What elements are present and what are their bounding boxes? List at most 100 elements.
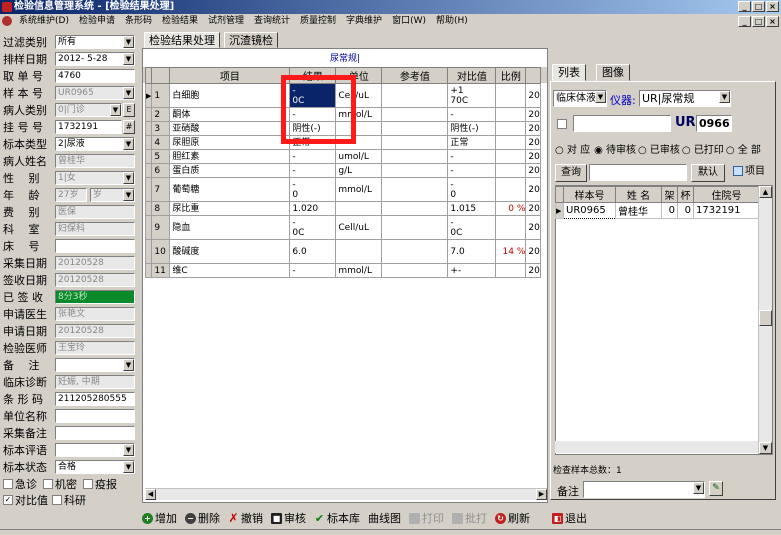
cell-unit[interactable]: mmol/L [335,177,383,202]
specimen-type-select[interactable]: 2|尿液 ▼ [55,136,135,151]
radio-corresponding[interactable]: ○ 对 应 [555,141,590,156]
menu-reagent[interactable]: 试剂管理 [203,14,249,28]
bed-no-field[interactable] [55,238,135,253]
patient-type-select[interactable]: 0|门诊 ▼ [55,102,122,117]
department-field[interactable]: 妇保科 [55,221,135,236]
cell-compare[interactable]: 正常 [447,135,497,150]
cell-item-name[interactable]: 酮体 [169,107,291,122]
save-remark-icon[interactable]: ✎ [709,481,723,496]
horizontal-scrollbar[interactable]: ◀ ▶ [145,488,547,500]
tab-image[interactable]: 图像 [596,64,630,81]
age-unit-select[interactable]: 岁 ▼ [90,187,135,202]
cell-unit[interactable]: g/L [335,163,383,178]
confidential-checkbox[interactable] [43,478,53,489]
cell-reference[interactable] [381,121,449,136]
cell-reference[interactable] [381,201,449,216]
sort-date-picker[interactable]: 2012- 5-28 ▼ [55,51,135,66]
instrument-select[interactable]: UR|尿常规 ▼ [639,90,731,107]
cell-item-name[interactable]: 白细胞 [169,83,291,108]
cell-reference[interactable] [381,215,449,240]
cell-compare[interactable]: - 0 [447,177,497,202]
list-vertical-scrollbar[interactable]: ▲ ▼ [758,186,772,454]
cell-ratio[interactable] [495,177,527,202]
radio-printed[interactable]: ○ 已打印 [682,141,724,156]
cell-result[interactable]: - 0C [289,215,337,240]
cell-ratio[interactable]: 14 % [495,239,527,264]
menu-request[interactable]: 检验申请 [74,14,120,28]
list-cell-name[interactable]: 曾桂华 [615,202,662,219]
header-reference[interactable]: 参考值 [381,67,449,84]
patient-type-extra-button[interactable]: E [123,102,135,117]
diagnosis-field[interactable]: 妊娠, 中期 [55,374,135,389]
grid-row[interactable]: 4 尿胆原 正常 正常 20 [144,135,541,150]
cell-reference[interactable] [381,149,449,164]
unit-name-field[interactable] [55,408,135,423]
radio-reviewed[interactable]: ○ 已审核 [638,141,680,156]
grid-row[interactable]: 5 胆红素 - umol/L -20 [144,149,541,164]
cell-result[interactable]: 正常 [289,135,337,150]
list-row[interactable]: ▶ UR0965 曾桂华 0 0 1732191 [555,202,760,219]
menu-system[interactable]: 系统维护(D) [14,14,74,28]
request-doctor-field[interactable]: 张艳文 [55,306,135,321]
cell-result[interactable]: - [289,263,337,278]
sample-no-field[interactable]: UR0965 ▼ [55,85,135,100]
cell-compare[interactable]: - [447,107,497,122]
menu-dictionary[interactable]: 字典维护 [341,14,387,28]
specimen-state-select[interactable]: 合格 ▼ [55,459,135,474]
cell-compare[interactable]: 1.015 [447,201,497,216]
chevron-down-icon[interactable]: ▼ [123,137,134,150]
patient-name-field[interactable]: 曾桂华 [55,153,135,168]
cell-unit[interactable]: mmol/L [335,263,383,278]
cell-ratio[interactable] [495,135,527,150]
cell-item-name[interactable]: 酸碱度 [169,239,291,264]
grid-row[interactable]: 3 亚硝酸 阴性(-) 阴性(-) 20 [144,121,541,136]
cell-result[interactable]: - [289,163,337,178]
cell-compare[interactable]: - 0C [447,215,497,240]
scroll-thumb[interactable] [759,310,772,326]
grid-row[interactable]: 9 隐血 - 0C Cell/uL - 0C 20 [144,215,541,240]
print-button[interactable]: 打印 [409,510,444,526]
menu-query[interactable]: 查询统计 [249,14,295,28]
chevron-down-icon[interactable]: ▼ [123,171,134,184]
grid-row[interactable]: ▶ 1 白细胞 - 0C Cell/uL +1 70C 20 [144,83,541,108]
cell-item-name[interactable]: 胆红素 [169,149,291,164]
cell-reference[interactable] [381,83,449,108]
list-header-rack[interactable]: 架 [661,186,678,203]
cell-compare[interactable]: 阴性(-) [447,121,497,136]
cell-compare[interactable]: 7.0 [447,239,497,264]
refresh-button[interactable]: ↻ 刷新 [495,510,530,526]
list-header-sample[interactable]: 样本号 [563,186,616,203]
instrument-type-select[interactable]: 临床体液 ▼ [553,90,607,107]
cell-item-name[interactable]: 维C [169,263,291,278]
list-cell-cup[interactable]: 0 [677,202,694,219]
chevron-down-icon[interactable]: ▼ [719,91,730,103]
delete-button[interactable]: − 删除 [185,510,220,526]
receive-date-field[interactable]: 20120528 [55,272,135,287]
header-unit[interactable]: 单位 [335,67,383,84]
cell-reference[interactable] [381,135,449,150]
chevron-down-icon[interactable]: ▼ [123,460,134,473]
cell-ratio[interactable] [495,215,527,240]
grid-row[interactable]: 7 葡萄糖 - 0 mmol/L - 0 20 [144,177,541,202]
list-cell-inpatient[interactable]: 1732191 [693,202,760,219]
cell-compare[interactable]: - [447,149,497,164]
header-result[interactable]: 结果 [289,67,337,84]
chevron-down-icon[interactable]: ▼ [123,188,134,201]
cell-result[interactable]: 阴性(-) [289,121,337,136]
maximize-button[interactable]: □ [752,1,765,12]
fetch-no-field[interactable]: 4760 [55,68,135,83]
gender-select[interactable]: 1|女 ▼ [55,170,135,185]
cell-reference[interactable] [381,239,449,264]
curve-chart-button[interactable]: 曲线图 [368,510,401,526]
research-checkbox[interactable] [52,494,62,505]
undo-button[interactable]: ✗ 撤销 [228,510,263,526]
list-header-inpatient[interactable]: 住院号 [693,186,760,203]
chevron-down-icon[interactable]: ▼ [693,482,704,494]
grid-row[interactable]: 11 维C - mmol/L +- 20 [144,263,541,278]
menu-result[interactable]: 检验结果 [157,14,203,28]
cell-item-name[interactable]: 葡萄糖 [169,177,291,202]
tab-list[interactable]: 列表 [552,64,586,81]
batch-print-button[interactable]: 批打 [452,510,487,526]
urgent-checkbox[interactable] [3,478,13,489]
cell-result[interactable]: 6.0 [289,239,337,264]
